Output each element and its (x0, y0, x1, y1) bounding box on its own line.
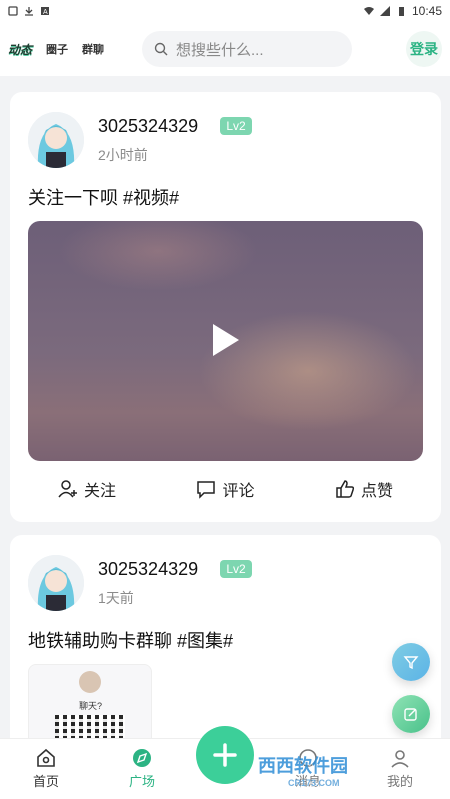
login-button[interactable]: 登录 (406, 31, 442, 67)
comment-button[interactable]: 评论 (196, 477, 255, 501)
like-button[interactable]: 点赞 (335, 477, 393, 501)
nav-profile[interactable]: 我的 (370, 747, 430, 790)
download-icon (25, 7, 33, 16)
nav-profile-label: 我的 (386, 774, 413, 789)
app-icon: A (41, 7, 49, 16)
post-username[interactable]: 3025324329 (98, 116, 198, 137)
status-time: 10:45 (411, 4, 442, 18)
comment-label: 评论 (222, 483, 255, 500)
anime-avatar-image (28, 112, 84, 168)
notification-icon (8, 6, 18, 16)
create-post-button[interactable] (196, 726, 254, 784)
edit-button[interactable] (392, 695, 430, 733)
watermark: 西西软件园 CR173.COM (258, 752, 348, 788)
filter-icon (403, 656, 419, 670)
thumb-avatar (79, 671, 101, 693)
video-thumbnail[interactable] (28, 221, 423, 461)
profile-icon (391, 750, 409, 768)
nav-home-label: 首页 (32, 774, 59, 789)
cloud-decoration (58, 221, 258, 291)
play-icon[interactable] (213, 324, 239, 356)
post-text[interactable]: 关注一下呗 #视频# (28, 184, 179, 210)
follow-button[interactable]: 关注 (58, 477, 116, 501)
thumb-caption: 聊天? (79, 701, 103, 711)
anime-avatar-image (28, 555, 84, 611)
plus-icon (213, 743, 237, 767)
search-icon (154, 42, 168, 56)
follow-label: 关注 (84, 483, 117, 500)
signal-icon (379, 6, 390, 16)
top-header: 动态 圈子 群聊 想搜些什么... 登录 (0, 22, 450, 76)
avatar[interactable] (28, 555, 84, 611)
nav-home[interactable]: 首页 (16, 747, 76, 790)
comment-icon (197, 481, 216, 499)
home-icon (37, 748, 55, 767)
post-text[interactable]: 地铁辅助购卡群聊 #图集# (28, 627, 233, 653)
like-label: 点赞 (360, 483, 393, 500)
compass-icon (133, 749, 151, 767)
thumbs-up-icon (336, 480, 355, 498)
battery-icon (398, 7, 404, 16)
feed-tabs: 动态 圈子 群聊 (8, 41, 104, 58)
edit-icon (404, 708, 417, 721)
post-actions: 关注 评论 点赞 (10, 477, 441, 501)
search-input[interactable]: 想搜些什么... (142, 31, 353, 67)
search-placeholder: 想搜些什么... (176, 41, 264, 59)
tab-group-chat[interactable]: 群聊 (82, 41, 104, 57)
wifi-icon (363, 7, 374, 15)
svg-text:A: A (43, 9, 48, 16)
nav-square-label: 广场 (128, 774, 155, 789)
post-time: 1天前 (98, 590, 134, 606)
user-add-icon (58, 480, 77, 498)
filter-button[interactable] (392, 643, 430, 681)
level-badge: Lv2 (220, 560, 252, 578)
tab-dynamic[interactable]: 动态 (8, 41, 32, 58)
nav-square[interactable]: 广场 (112, 747, 172, 790)
watermark-text: 西西软件园 (258, 756, 348, 776)
post-time: 2小时前 (98, 147, 148, 163)
post-card[interactable]: 3025324329 Lv2 2小时前 关注一下呗 #视频# 关注 评论 点赞 (10, 92, 441, 522)
watermark-sub: CR173.COM (288, 778, 340, 788)
level-badge: Lv2 (220, 117, 252, 135)
avatar[interactable] (28, 112, 84, 168)
tab-circles[interactable]: 圈子 (46, 41, 68, 57)
post-username[interactable]: 3025324329 (98, 559, 198, 580)
status-bar: A 10:45 (0, 0, 450, 22)
